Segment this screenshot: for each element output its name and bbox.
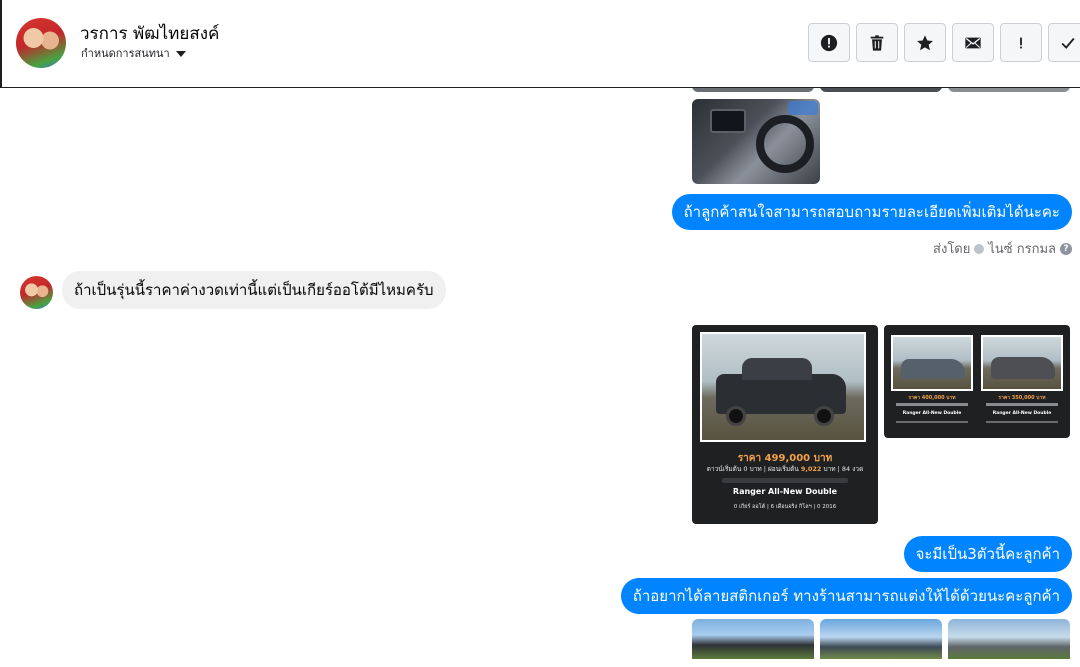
car-photo-thumbnail[interactable] <box>948 619 1070 659</box>
listing-spec-bar <box>986 403 1058 406</box>
contact-avatar-small[interactable] <box>20 276 53 309</box>
sent-by-label: ส่งโดย ไนซ์ กรกมล ? <box>933 238 1072 259</box>
report-button[interactable] <box>808 23 850 62</box>
delete-button[interactable] <box>856 23 898 62</box>
incoming-message: ถ้าเป็นรุ่นนี้ราคาค่างวดเท่านี้แต่เป็นเก… <box>62 271 446 309</box>
page-avatar-icon <box>974 243 985 254</box>
listing-spec-bar <box>722 478 848 483</box>
star-button[interactable] <box>904 23 946 62</box>
truck-body <box>991 357 1055 379</box>
conversation-settings-label: กำหนดการสนทนา <box>81 47 170 60</box>
listing-footer-bar <box>896 421 968 423</box>
conversation-header: วรการ พัฒไทยสงค์ กำหนดการสนทนา <box>0 0 1080 88</box>
listing-term: บาท | 84 งวด <box>823 465 864 473</box>
listing-installment: 9,022 <box>800 465 822 473</box>
instrument-cluster <box>788 101 818 115</box>
sent-by-name: ไนซ์ กรกมล <box>988 242 1056 257</box>
outgoing-message: ถ้าอยากได้ลายสติกเกอร์ ทางร้านสามารถแต่ง… <box>620 578 1072 614</box>
listing-model: Ranger All-New Double <box>992 411 1052 416</box>
car-interior-photo[interactable] <box>692 99 820 184</box>
wheel <box>726 406 746 426</box>
car-photo <box>700 332 866 442</box>
checkmark-icon <box>1061 37 1075 49</box>
car-photo <box>891 335 973 391</box>
mark-unread-button[interactable] <box>952 23 994 62</box>
sent-by-text: ส่งโดย <box>933 242 971 257</box>
listing-terms: ดาวน์เริ่มต้น 0 บาท | ผ่อนเริ่มต้น 9,022… <box>692 464 878 474</box>
listing-footer-bar <box>986 421 1058 423</box>
star-icon <box>917 34 933 50</box>
listing-footer: 0 เกียร์ ออโต้ | 6 เดือนจริง กิโลฯ | 0 2… <box>733 504 837 510</box>
done-button[interactable] <box>1048 23 1080 62</box>
exclamation-icon <box>1020 37 1022 48</box>
outgoing-message: ถ้าลูกค้าสนใจสามารถสอบถามรายละเอียดเพิ่ม… <box>671 194 1072 230</box>
car-photo-thumbnail[interactable] <box>692 619 814 659</box>
car-listing-image[interactable]: ราคา 400,000 บาท ราคา 350,000 บาท Ranger… <box>884 325 1070 438</box>
alert-circle-icon <box>820 34 838 51</box>
conversation-settings-dropdown[interactable]: กำหนดการสนทนา <box>81 44 186 62</box>
listing-price: ราคา 350,000 บาท <box>998 395 1046 401</box>
trash-icon <box>870 34 884 51</box>
car-photo-thumbnail[interactable] <box>820 619 942 659</box>
listing-price: ราคา 400,000 บาท <box>908 395 956 401</box>
contact-avatar[interactable] <box>16 18 66 68</box>
spam-button[interactable] <box>1000 23 1042 62</box>
envelope-icon <box>965 37 981 48</box>
listing-down-payment: ดาวน์เริ่มต้น 0 บาท | ผ่อนเริ่มต้น <box>706 465 799 473</box>
wheel <box>814 406 834 426</box>
dashboard-screen <box>710 109 746 133</box>
outgoing-message: จะมีเป็น3ตัวนี้คะลูกค้า <box>903 536 1072 572</box>
car-listing-image[interactable]: ราคา 499,000 บาท ดาวน์เริ่มต้น 0 บาท | ผ… <box>692 325 878 524</box>
contact-name[interactable]: วรการ พัฒไทยสงค์ <box>80 20 219 47</box>
listing-model: Ranger All-New Double <box>902 411 962 416</box>
listing-model: Ranger All-New Double <box>732 487 838 496</box>
steering-wheel <box>756 115 814 173</box>
truck-cabin <box>742 358 812 380</box>
chevron-down-icon <box>175 51 186 57</box>
car-photo <box>981 335 1063 391</box>
help-icon[interactable]: ? <box>1060 242 1072 255</box>
truck-body <box>901 359 965 379</box>
listing-spec-bar <box>896 403 968 406</box>
